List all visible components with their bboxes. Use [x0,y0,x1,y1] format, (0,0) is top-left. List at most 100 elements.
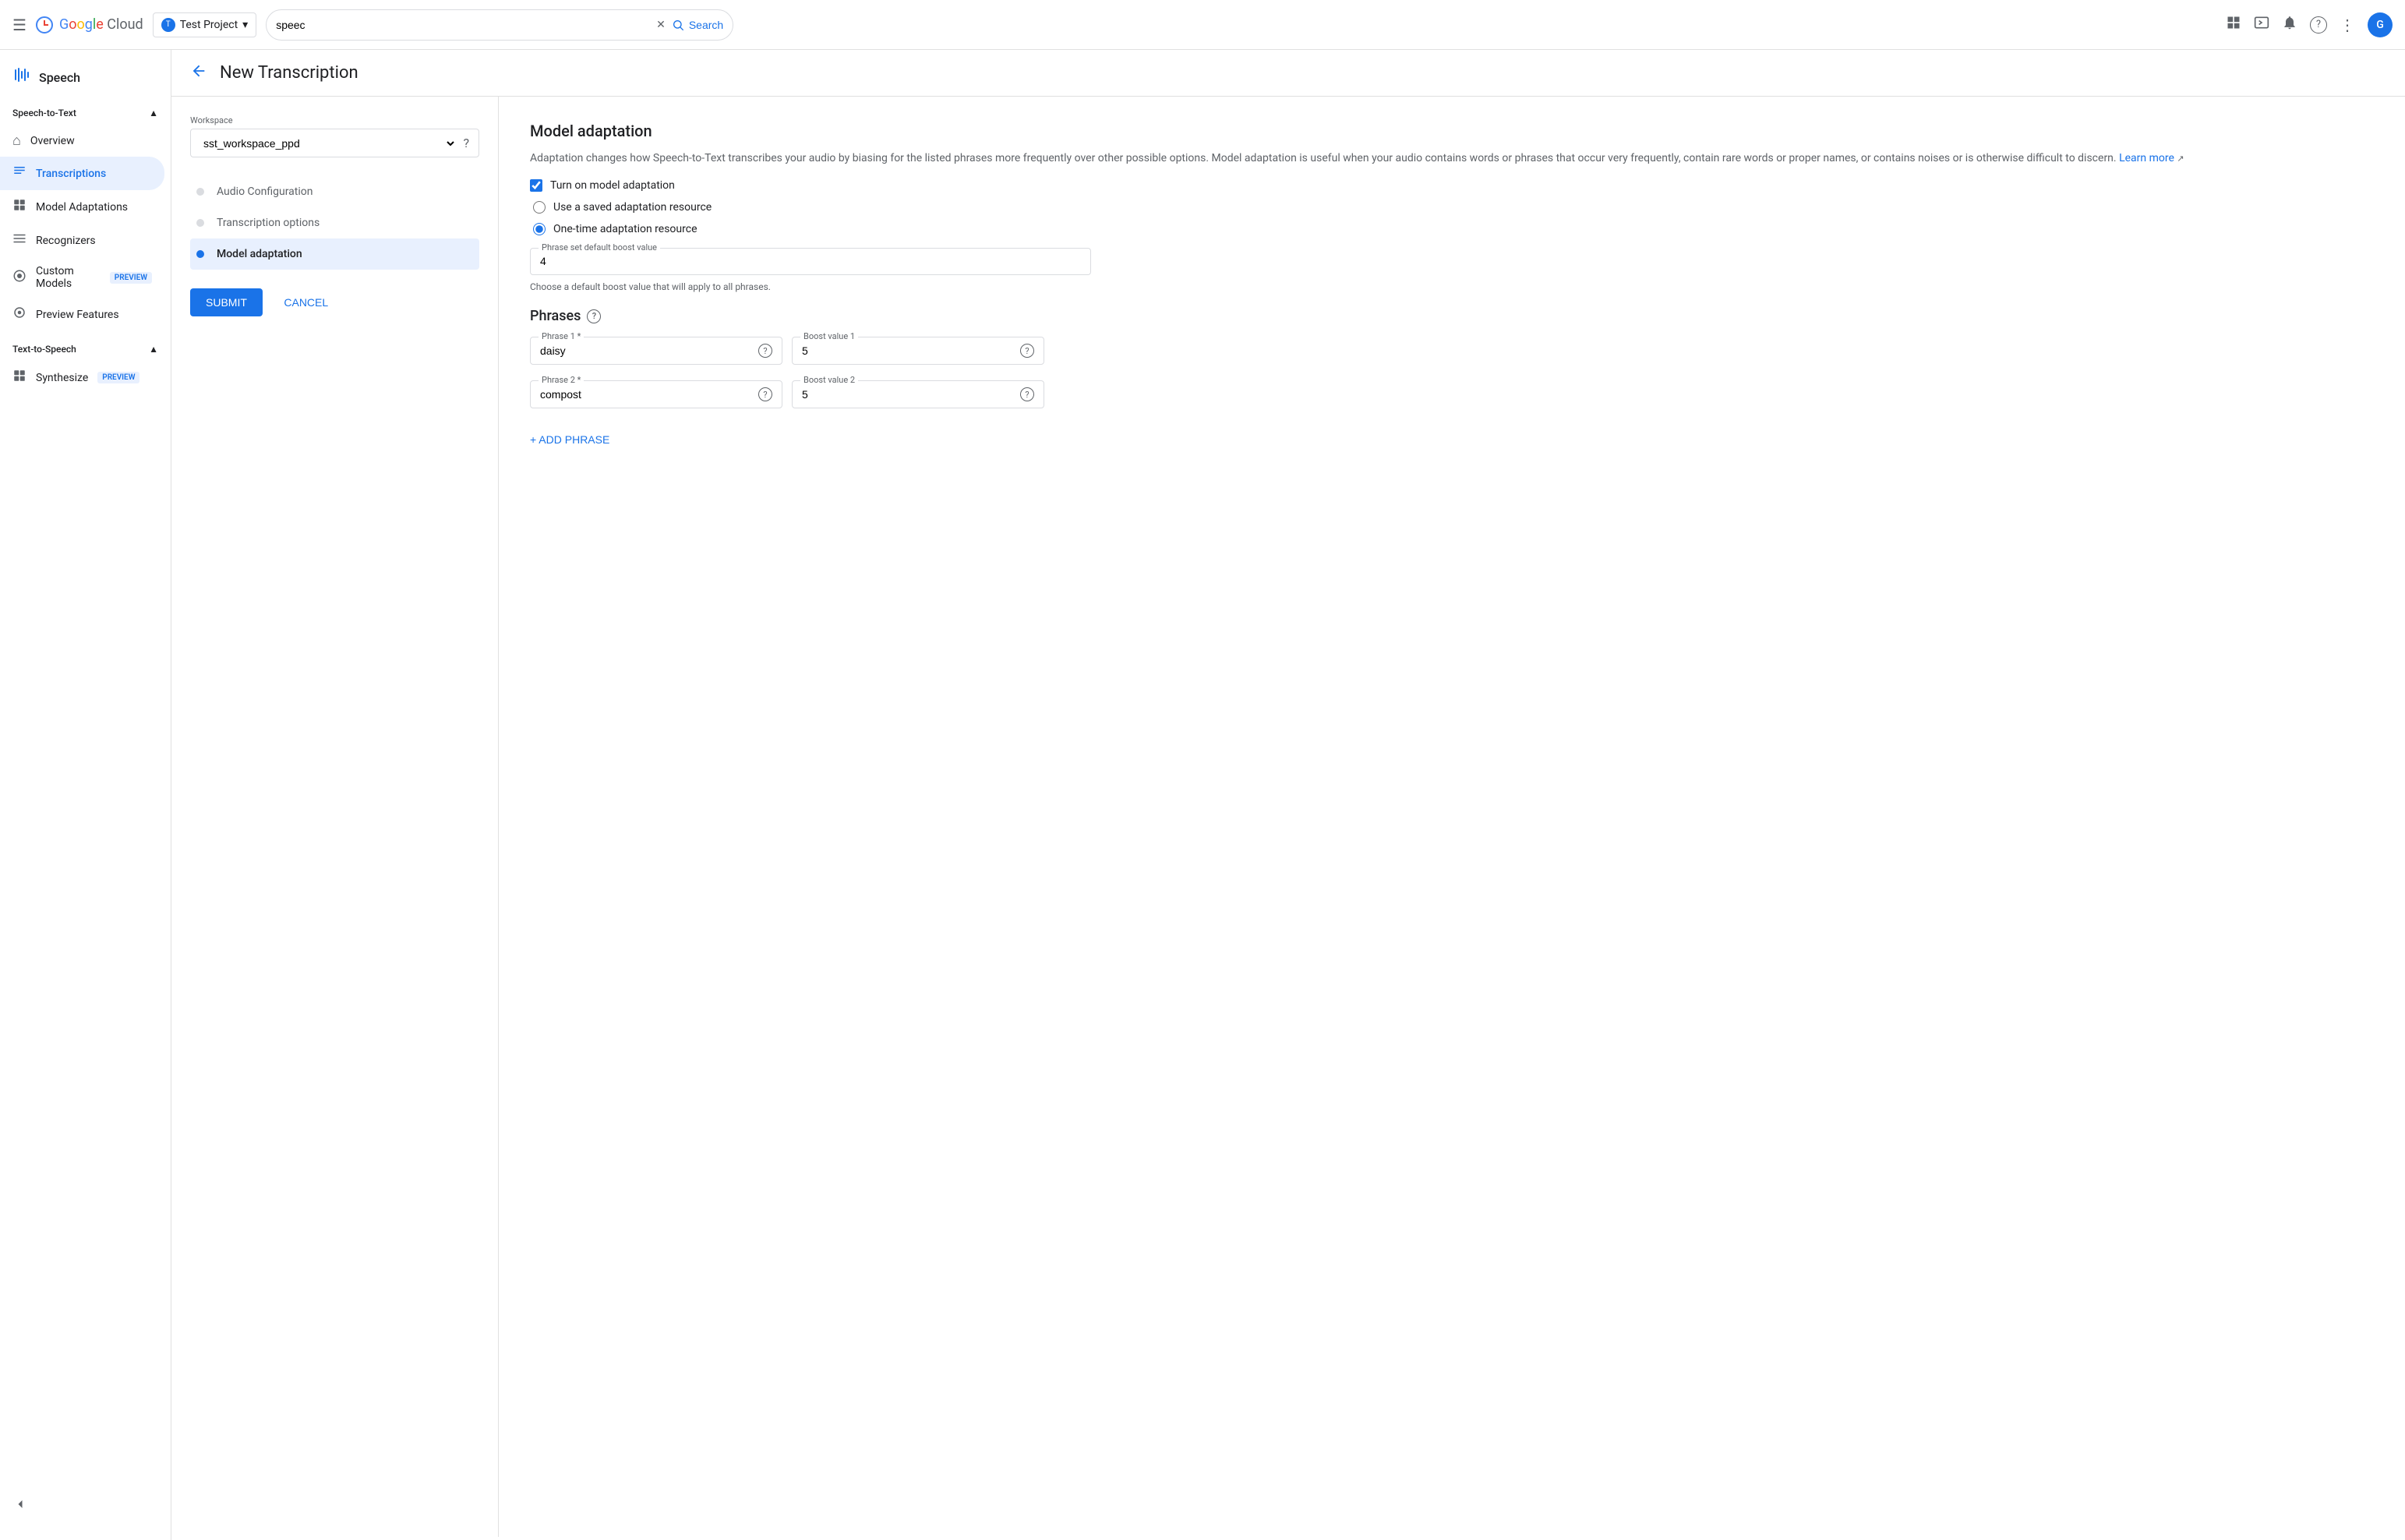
project-name: Test Project [180,19,238,31]
model-adaptations-icon [12,198,26,216]
sidebar-item-overview[interactable]: ⌂ Overview [0,125,164,157]
main-layout: Speech Speech-to-Text ▲ ⌂ Overview Trans… [0,50,2405,1537]
boost-value-input[interactable] [540,255,1081,267]
sidebar-app-name: Speech [39,70,80,85]
learn-more-link[interactable]: Learn more [2119,152,2174,164]
console-icon[interactable] [2226,15,2241,34]
topbar: ☰ Google Cloud T Test Project ▾ ✕ Search [0,0,2405,50]
phrases-help-icon[interactable]: ? [587,309,601,323]
step-label-audio: Audio Configuration [217,185,313,198]
phrase-2-field: Phrase 2 * ? [530,380,782,408]
add-phrase-button[interactable]: + ADD PHRASE [530,427,609,452]
project-dropdown-icon: ▾ [242,19,248,31]
workspace-label: Workspace [190,115,479,125]
saved-adaptation-label[interactable]: Use a saved adaptation resource [553,201,712,214]
sidebar-item-preview-features[interactable]: Preview Features [0,298,164,331]
workspace-select[interactable]: sst_workspace_ppd ? [190,129,479,157]
workspace-field: Workspace sst_workspace_ppd ? [190,115,479,157]
sidebar-item-label-transcriptions: Transcriptions [36,168,106,180]
sidebar-item-model-adaptations[interactable]: Model Adaptations [0,190,164,224]
step-dot-model [196,250,204,258]
step-model-adaptation[interactable]: Model adaptation [190,238,479,270]
boost-2-help-icon[interactable]: ? [1020,387,1034,401]
speech-to-text-section[interactable]: Speech-to-Text ▲ [0,101,171,125]
google-logo-icon [36,16,53,34]
preview-features-icon [12,306,26,323]
page-title: New Transcription [220,63,358,83]
sidebar-item-transcriptions[interactable]: Transcriptions [0,157,164,190]
more-icon[interactable]: ⋮ [2340,16,2355,34]
project-selector[interactable]: T Test Project ▾ [153,12,257,37]
boost-1-field: Boost value 1 ? [792,337,1044,365]
sidebar-item-recognizers[interactable]: Recognizers [0,224,164,257]
search-label: Search [689,19,723,31]
help-icon[interactable]: ? [2310,16,2327,34]
back-button[interactable] [190,62,207,83]
turn-on-adaptation-label[interactable]: Turn on model adaptation [550,179,675,192]
phrase-2-help-icon[interactable]: ? [758,387,772,401]
overview-icon: ⌂ [12,132,21,149]
custom-models-icon [12,269,26,287]
saved-adaptation-radio[interactable] [533,201,546,214]
model-adaptation-desc: Adaptation changes how Speech-to-Text tr… [530,150,2374,167]
boost-2-input[interactable] [802,388,1020,401]
synthesize-icon [12,369,26,387]
phrases-grid: Phrase 1 * ? Boost value 1 ? [530,337,1044,415]
custom-models-preview-badge: PREVIEW [110,272,152,284]
search-button[interactable]: Search [672,19,723,31]
menu-icon[interactable]: ☰ [12,16,26,34]
action-buttons: SUBMIT CANCEL [190,270,479,316]
sidebar-item-label-synthesize: Synthesize [36,372,88,384]
boost-value-field: Phrase set default boost value [530,248,1091,275]
step-label-options: Transcription options [217,217,320,229]
sidebar-item-synthesize[interactable]: Synthesize PREVIEW [0,361,164,394]
avatar[interactable]: G [2368,12,2393,37]
terminal-icon[interactable] [2254,15,2269,34]
boost-1-help-icon[interactable]: ? [1020,344,1034,358]
step-dot-audio [196,188,204,196]
turn-on-adaptation-checkbox[interactable] [530,179,542,192]
text-to-speech-section[interactable]: Text-to-Speech ▲ [0,337,171,361]
submit-button[interactable]: SUBMIT [190,288,263,316]
search-bar: ✕ Search [266,9,733,41]
boost-1-input[interactable] [802,344,1020,357]
boost-1-label: Boost value 1 [800,331,858,341]
steps-list: Audio Configuration Transcription option… [190,176,479,270]
step-transcription-options[interactable]: Transcription options [190,207,479,238]
step-dot-options [196,219,204,227]
topbar-actions: ? ⋮ G [2226,12,2393,37]
sidebar-item-label-model-adaptations: Model Adaptations [36,201,128,214]
phrase-1-label: Phrase 1 * [539,331,584,341]
right-panel: Model adaptation Adaptation changes how … [499,97,2405,1537]
phrase-2-label: Phrase 2 * [539,375,584,385]
search-icon [672,19,684,31]
two-col-layout: Workspace sst_workspace_ppd ? Audio Conf… [171,97,2405,1537]
phrase-1-input[interactable] [540,344,758,357]
sidebar-item-custom-models[interactable]: Custom Models PREVIEW [0,257,164,298]
project-icon: T [161,18,175,32]
main-content: New Transcription Workspace sst_workspac… [171,50,2405,1537]
synthesize-preview-badge: PREVIEW [97,372,139,383]
cancel-button[interactable]: CANCEL [271,288,341,316]
workspace-help-icon[interactable]: ? [463,136,469,150]
notifications-icon[interactable] [2282,15,2297,34]
boost-2-label: Boost value 2 [800,375,858,385]
phrase-1-help-icon[interactable]: ? [758,344,772,358]
speech-app-icon [12,65,31,89]
left-panel: Workspace sst_workspace_ppd ? Audio Conf… [171,97,499,1537]
sidebar-collapse-button[interactable] [0,1490,41,1521]
step-audio-config[interactable]: Audio Configuration [190,176,479,207]
sidebar-item-label-custom-models: Custom Models [36,265,101,290]
saved-adaptation-radio-row: Use a saved adaptation resource [533,201,2374,214]
one-time-adaptation-radio-row: One-time adaptation resource [533,223,2374,235]
workspace-dropdown[interactable]: sst_workspace_ppd [200,136,457,150]
sidebar-item-label-preview-features: Preview Features [36,309,119,321]
boost-2-field: Boost value 2 ? [792,380,1044,408]
section-collapse-icon: ▲ [149,108,158,118]
external-link-icon: ↗ [2177,154,2184,164]
phrase-2-input[interactable] [540,388,758,401]
search-clear-icon[interactable]: ✕ [656,19,666,31]
search-input[interactable] [276,19,656,31]
one-time-adaptation-label[interactable]: One-time adaptation resource [553,223,697,235]
one-time-adaptation-radio[interactable] [533,223,546,235]
